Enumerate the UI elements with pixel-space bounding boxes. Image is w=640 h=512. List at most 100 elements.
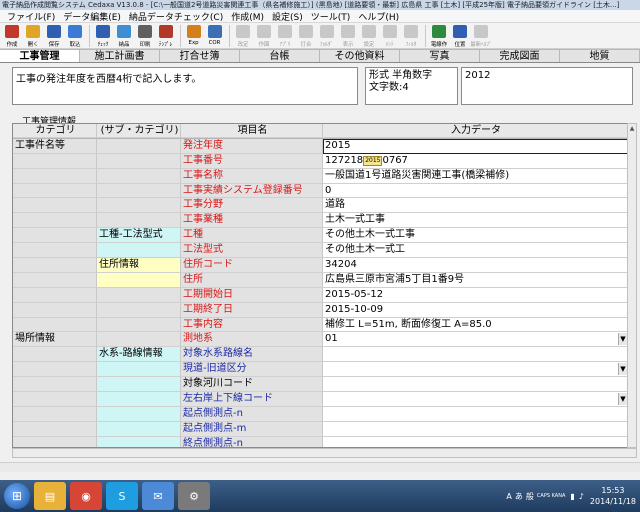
toolbar-button-7[interactable]: ﾃﾝﾌﾟﾚ bbox=[156, 23, 176, 49]
toolbar-button-5[interactable]: 納品 bbox=[114, 23, 134, 49]
table-row[interactable]: 工法型式 その他土木一式工 bbox=[13, 243, 636, 259]
table-row[interactable]: 工事名称 一般国道1号道路災害関連工事(橋梁補修) bbox=[13, 168, 636, 184]
table-row[interactable]: 工期終了日 2015-10-09 bbox=[13, 302, 636, 318]
input-data-cell[interactable] bbox=[323, 436, 628, 447]
menu-item-0[interactable]: ファイル(F) bbox=[3, 10, 59, 23]
ime-mode-indicator[interactable]: A bbox=[506, 492, 511, 501]
toolbar-button-20[interactable]: 位置 bbox=[450, 23, 470, 49]
input-data-cell[interactable]: その他土木一式工事 bbox=[323, 228, 628, 244]
table-row[interactable]: 工事分野 道路 bbox=[13, 198, 636, 214]
menu-item-6[interactable]: ヘルプ(H) bbox=[354, 10, 403, 23]
table-row[interactable]: 場所情報 測地系 01 ▼ bbox=[13, 332, 636, 348]
input-data-cell[interactable]: 34204 bbox=[323, 258, 628, 273]
tab-6[interactable]: 完成図面 bbox=[480, 49, 560, 62]
table-row[interactable]: 工事実績システム登録番号 0 bbox=[13, 183, 636, 199]
table-row[interactable]: 工事件名等 発注年度 2015 bbox=[13, 138, 636, 154]
network-icon[interactable]: ▮ bbox=[570, 492, 574, 501]
tab-5[interactable]: 写真 bbox=[400, 49, 480, 62]
windows-start-icon[interactable]: ⊞ bbox=[4, 483, 30, 509]
toolbar-button-12[interactable]: ｱﾌﾟﾘ bbox=[275, 23, 295, 49]
table-row[interactable]: 起点側測点-m bbox=[13, 421, 636, 437]
tab-4[interactable]: その他資料 bbox=[320, 49, 400, 62]
menu-item-2[interactable]: 納品データチェック(C) bbox=[125, 10, 227, 23]
input-data-cell[interactable]: 2015-05-12 bbox=[323, 287, 628, 303]
col-header-category[interactable]: カテゴリ bbox=[13, 124, 97, 138]
table-row[interactable]: 現道-旧道区分 ▼ bbox=[13, 362, 636, 378]
menu-item-5[interactable]: ツール(T) bbox=[307, 10, 355, 23]
table-row[interactable]: 対象河川コード bbox=[13, 377, 636, 393]
tab-1[interactable]: 施工計画書 bbox=[80, 49, 160, 62]
input-data-cell[interactable]: 道路 bbox=[323, 198, 628, 214]
tab-0[interactable]: 工事管理 bbox=[0, 49, 80, 62]
table-row[interactable]: 工事業種 土木一式工事 bbox=[13, 213, 636, 229]
input-data-cell[interactable]: その他土木一式工 bbox=[323, 243, 628, 259]
input-data-cell[interactable]: ▼ bbox=[323, 392, 628, 407]
table-row[interactable]: 工事番号 127218 2015 0767 bbox=[13, 153, 636, 169]
table-row[interactable]: 終点側測点-n bbox=[13, 436, 636, 447]
input-data-cell[interactable] bbox=[323, 406, 628, 422]
input-data-cell[interactable] bbox=[323, 421, 628, 437]
toolbar-button-9[interactable]: COR bbox=[205, 23, 225, 49]
table-row[interactable]: 水系-路線情報 対象水系路線名 bbox=[13, 347, 636, 363]
input-data-cell[interactable] bbox=[323, 377, 628, 393]
toolbar-button-11[interactable]: 作図 bbox=[254, 23, 274, 49]
toolbar-button-0[interactable]: 作成 bbox=[2, 23, 22, 49]
toolbar-button-4[interactable]: ﾁｪｯｸ bbox=[93, 23, 113, 49]
input-data-cell[interactable]: 2015 bbox=[323, 138, 628, 154]
windows-live-icon[interactable]: ✉ bbox=[142, 482, 174, 510]
toolbar-button-8[interactable]: Exp bbox=[184, 23, 204, 49]
menu-item-3[interactable]: 作成(M) bbox=[227, 10, 268, 23]
input-data-cell[interactable]: 01 ▼ bbox=[323, 332, 628, 348]
col-header-input[interactable]: 入力データ bbox=[323, 124, 628, 138]
ime-kanji-indicator[interactable]: 般 bbox=[526, 491, 534, 502]
tab-3[interactable]: 台帳 bbox=[240, 49, 320, 62]
dropdown-arrow-icon[interactable]: ▼ bbox=[618, 363, 627, 376]
table-row[interactable]: 工期開始日 2015-05-12 bbox=[13, 287, 636, 303]
input-data-cell[interactable]: 0 bbox=[323, 183, 628, 199]
table-row[interactable]: 住所 広島県三原市宮浦5丁目1番9号 bbox=[13, 272, 636, 288]
toolbar-button-2[interactable]: 保存 bbox=[44, 23, 64, 49]
menu-item-4[interactable]: 設定(S) bbox=[268, 10, 307, 23]
input-data-cell[interactable]: 土木一式工事 bbox=[323, 213, 628, 229]
horizontal-scrollbar[interactable] bbox=[12, 448, 637, 458]
toolbar-button-19[interactable]: 電線作 bbox=[429, 23, 449, 49]
toolbar-button-16[interactable]: 設定 bbox=[359, 23, 379, 49]
chrome-icon[interactable]: ◉ bbox=[70, 482, 102, 510]
input-data-cell[interactable]: 一般国道1号道路災害関連工事(橋梁補修) bbox=[323, 168, 628, 184]
input-data-cell[interactable]: 127218 2015 0767 bbox=[323, 153, 628, 169]
toolbar-button-13[interactable]: 打合 bbox=[296, 23, 316, 49]
clock[interactable]: 15:53 2014/11/18 bbox=[590, 485, 636, 507]
explorer-icon[interactable]: ▤ bbox=[34, 482, 66, 510]
toolbar-button-18[interactable]: ﾌｨﾙﾀ bbox=[401, 23, 421, 49]
ime-kana-indicator[interactable]: あ bbox=[515, 491, 523, 502]
tab-7[interactable]: 地質 bbox=[560, 49, 640, 62]
volume-icon[interactable]: ♪ bbox=[579, 492, 584, 501]
col-header-item[interactable]: 項目名 bbox=[181, 124, 323, 138]
toolbar-button-3[interactable]: 取込 bbox=[65, 23, 85, 49]
input-data-cell[interactable] bbox=[323, 347, 628, 363]
toolbar-button-6[interactable]: 印刷 bbox=[135, 23, 155, 49]
input-data-cell[interactable]: 2015-10-09 bbox=[323, 302, 628, 318]
toolbar-button-1[interactable]: 開く bbox=[23, 23, 43, 49]
toolbar-button-21[interactable]: 最新ﾍﾙﾌﾟ bbox=[470, 23, 492, 49]
toolbar-button-17[interactable]: ﾒﾝﾃ bbox=[380, 23, 400, 49]
scroll-up-icon[interactable]: ▲ bbox=[628, 124, 636, 133]
dropdown-arrow-icon[interactable]: ▼ bbox=[618, 393, 627, 406]
cedaxa-app-icon[interactable]: ⚙ bbox=[178, 482, 210, 510]
table-row[interactable]: 左右岸上下線コード ▼ bbox=[13, 392, 636, 407]
vertical-scrollbar[interactable]: ▲ bbox=[627, 123, 637, 448]
table-row[interactable]: 起点側測点-n bbox=[13, 406, 636, 422]
table-row[interactable]: 工種-工法型式 工種 その他土木一式工事 bbox=[13, 228, 636, 244]
tab-2[interactable]: 打合せ簿 bbox=[160, 49, 240, 62]
skype-icon[interactable]: S bbox=[106, 482, 138, 510]
table-row[interactable]: 工事内容 補修工 L=51m, 断面修復工 A=85.0 bbox=[13, 317, 636, 333]
menu-item-1[interactable]: データ編集(E) bbox=[59, 10, 125, 23]
table-row[interactable]: 住所情報 住所コード 34204 bbox=[13, 258, 636, 273]
col-header-subcategory[interactable]: (サブ・カテゴリ) bbox=[97, 124, 181, 138]
input-data-cell[interactable]: ▼ bbox=[323, 362, 628, 378]
dropdown-arrow-icon[interactable]: ▼ bbox=[618, 333, 627, 346]
toolbar-button-15[interactable]: 表示 bbox=[338, 23, 358, 49]
toolbar-button-10[interactable]: 改定 bbox=[233, 23, 253, 49]
toolbar-button-14[interactable]: ﾌｫﾙﾀﾞ bbox=[317, 23, 337, 49]
input-data-cell[interactable]: 広島県三原市宮浦5丁目1番9号 bbox=[323, 272, 628, 288]
